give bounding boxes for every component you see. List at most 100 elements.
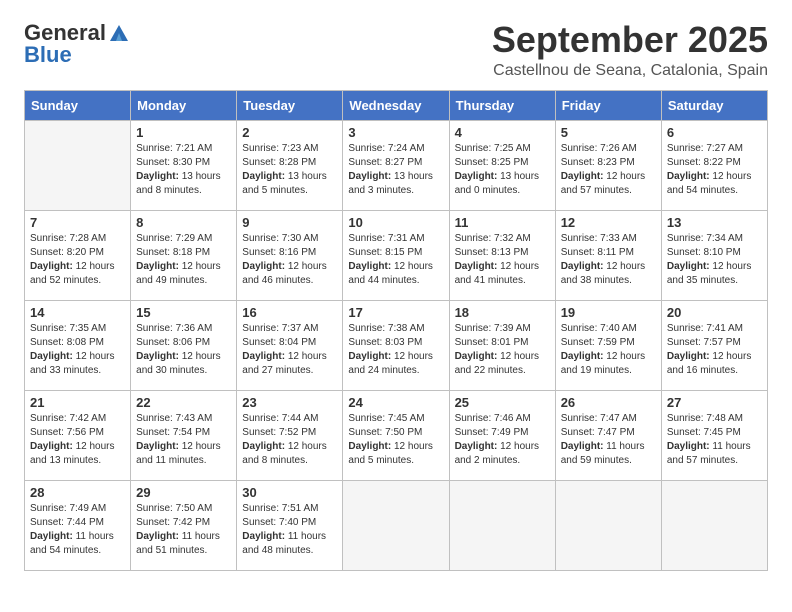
daylight-label: Daylight: (561, 351, 607, 362)
day-number: 19 (561, 305, 656, 320)
calendar-table: SundayMondayTuesdayWednesdayThursdayFrid… (24, 90, 768, 571)
daylight-label: Daylight: (30, 441, 76, 452)
calendar-cell: 12 Sunrise: 7:33 AMSunset: 8:11 PMDayligh… (555, 210, 661, 300)
daylight-label: Daylight: (242, 441, 288, 452)
sunrise-time: 7:27 AM (706, 143, 743, 154)
sunset-time: 7:42 PM (173, 517, 210, 528)
sunrise-label: Sunrise: (136, 233, 175, 244)
daylight-label: Daylight: (455, 441, 501, 452)
daylight-label: Daylight: (667, 261, 713, 272)
sunset-time: 7:56 PM (67, 427, 104, 438)
calendar-cell: 1Sunrise: 7:21 AMSunset: 8:30 PMDaylight… (131, 120, 237, 210)
calendar-cell: 7Sunrise: 7:28 AMSunset: 8:20 PMDaylight… (25, 210, 131, 300)
day-number: 7 (30, 215, 125, 230)
calendar-cell: 6Sunrise: 7:27 AMSunset: 8:22 PMDaylight… (661, 120, 767, 210)
day-info: Sunrise: 7:39 AMSunset: 8:01 PMDaylight:… (455, 322, 550, 378)
day-number: 1 (136, 125, 231, 140)
sunset-label: Sunset: (561, 247, 598, 258)
sunset-time: 7:47 PM (597, 427, 634, 438)
sunset-label: Sunset: (455, 247, 492, 258)
sunset-time: 8:13 PM (491, 247, 528, 258)
sunrise-time: 7:34 AM (706, 233, 743, 244)
sunrise-time: 7:25 AM (494, 143, 531, 154)
daylight-label: Daylight: (30, 261, 76, 272)
sunset-label: Sunset: (242, 157, 279, 168)
sunset-label: Sunset: (455, 427, 492, 438)
day-info: Sunrise: 7:41 AMSunset: 7:57 PMDaylight:… (667, 322, 762, 378)
sunset-time: 7:59 PM (597, 337, 634, 348)
sunrise-label: Sunrise: (348, 413, 387, 424)
sunrise-time: 7:26 AM (600, 143, 637, 154)
calendar-cell: 8Sunrise: 7:29 AMSunset: 8:18 PMDaylight… (131, 210, 237, 300)
day-info: Sunrise: 7:45 AMSunset: 7:50 PMDaylight:… (348, 412, 443, 468)
sunset-label: Sunset: (242, 247, 279, 258)
day-number: 29 (136, 485, 231, 500)
day-info: Sunrise: 7:44 AMSunset: 7:52 PMDaylight:… (242, 412, 337, 468)
sunrise-label: Sunrise: (242, 413, 281, 424)
sunrise-time: 7:35 AM (69, 323, 106, 334)
calendar-cell (661, 480, 767, 570)
daylight-label: Daylight: (242, 261, 288, 272)
sunset-label: Sunset: (30, 247, 67, 258)
calendar-week-0: 1Sunrise: 7:21 AMSunset: 8:30 PMDaylight… (25, 120, 768, 210)
day-number: 27 (667, 395, 762, 410)
day-info: Sunrise: 7:34 AMSunset: 8:10 PMDaylight:… (667, 232, 762, 288)
day-info: Sunrise: 7:29 AMSunset: 8:18 PMDaylight:… (136, 232, 231, 288)
sunrise-label: Sunrise: (667, 323, 706, 334)
weekday-header-sunday: Sunday (25, 90, 131, 120)
day-info: Sunrise: 7:26 AMSunset: 8:23 PMDaylight:… (561, 142, 656, 198)
calendar-week-3: 21Sunrise: 7:42 AMSunset: 7:56 PMDayligh… (25, 390, 768, 480)
sunrise-label: Sunrise: (667, 143, 706, 154)
sunrise-label: Sunrise: (455, 413, 494, 424)
sunrise-label: Sunrise: (455, 323, 494, 334)
sunrise-time: 7:24 AM (388, 143, 425, 154)
calendar-cell: 24Sunrise: 7:45 AMSunset: 7:50 PMDayligh… (343, 390, 449, 480)
sunrise-label: Sunrise: (561, 413, 600, 424)
sunset-label: Sunset: (242, 517, 279, 528)
day-number: 6 (667, 125, 762, 140)
calendar-week-1: 7Sunrise: 7:28 AMSunset: 8:20 PMDaylight… (25, 210, 768, 300)
daylight-label: Daylight: (242, 531, 288, 542)
calendar-cell: 9Sunrise: 7:30 AMSunset: 8:16 PMDaylight… (237, 210, 343, 300)
calendar-cell: 4Sunrise: 7:25 AMSunset: 8:25 PMDaylight… (449, 120, 555, 210)
sunset-time: 8:11 PM (597, 247, 634, 258)
day-info: Sunrise: 7:51 AMSunset: 7:40 PMDaylight:… (242, 502, 337, 558)
calendar-cell: 14Sunrise: 7:35 AMSunset: 8:08 PMDayligh… (25, 300, 131, 390)
sunrise-time: 7:23 AM (282, 143, 319, 154)
calendar-cell (555, 480, 661, 570)
sunset-time: 8:01 PM (491, 337, 528, 348)
month-title: September 2025 (492, 20, 768, 60)
sunrise-label: Sunrise: (561, 143, 600, 154)
sunrise-time: 7:47 AM (600, 413, 637, 424)
day-number: 28 (30, 485, 125, 500)
sunrise-time: 7:42 AM (69, 413, 106, 424)
day-number: 13 (667, 215, 762, 230)
sunset-label: Sunset: (455, 337, 492, 348)
sunset-time: 7:54 PM (173, 427, 210, 438)
day-number: 4 (455, 125, 550, 140)
sunrise-time: 7:32 AM (494, 233, 531, 244)
day-info: Sunrise: 7:40 AMSunset: 7:59 PMDaylight:… (561, 322, 656, 378)
weekday-header-thursday: Thursday (449, 90, 555, 120)
sunset-label: Sunset: (667, 337, 704, 348)
sunset-time: 7:44 PM (67, 517, 104, 528)
day-info: Sunrise: 7:33 AMSunset: 8:11 PMDaylight:… (561, 232, 656, 288)
day-number: 12 (561, 215, 656, 230)
sunrise-time: 7:21 AM (176, 143, 213, 154)
day-info: Sunrise: 7:31 AMSunset: 8:15 PMDaylight:… (348, 232, 443, 288)
logo-blue: Blue (24, 42, 72, 68)
sunset-time: 8:16 PM (279, 247, 316, 258)
sunset-time: 7:49 PM (491, 427, 528, 438)
calendar-cell: 28Sunrise: 7:49 AMSunset: 7:44 PMDayligh… (25, 480, 131, 570)
location-title: Castellnou de Seana, Catalonia, Spain (492, 62, 768, 80)
sunrise-label: Sunrise: (348, 233, 387, 244)
sunset-label: Sunset: (242, 337, 279, 348)
calendar-cell: 16Sunrise: 7:37 AMSunset: 8:04 PMDayligh… (237, 300, 343, 390)
sunrise-label: Sunrise: (667, 233, 706, 244)
day-number: 26 (561, 395, 656, 410)
day-number: 30 (242, 485, 337, 500)
sunrise-label: Sunrise: (561, 233, 600, 244)
day-info: Sunrise: 7:50 AMSunset: 7:42 PMDaylight:… (136, 502, 231, 558)
daylight-label: Daylight: (667, 171, 713, 182)
daylight-label: Daylight: (348, 441, 394, 452)
